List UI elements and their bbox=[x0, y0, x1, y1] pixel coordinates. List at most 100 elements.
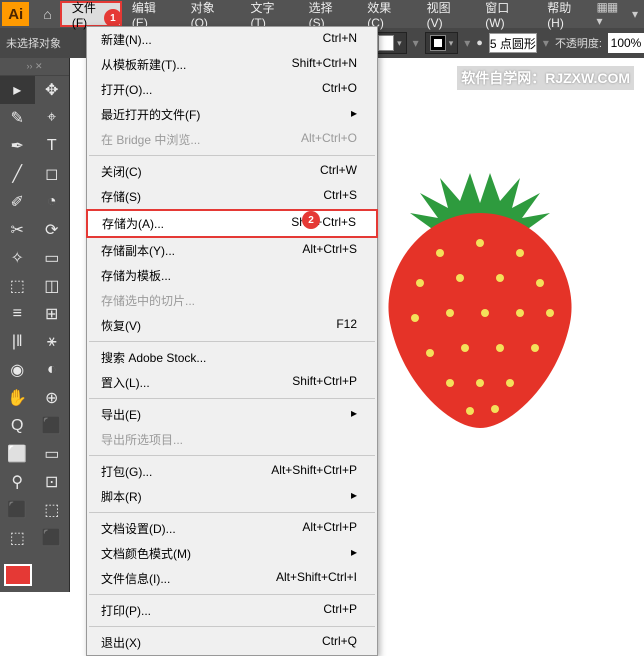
menu-item-恢复V[interactable]: 恢复(V)F12 bbox=[87, 313, 377, 338]
menu-对象O[interactable]: 对象(O) bbox=[181, 1, 241, 27]
tool-19[interactable]: ⚹ bbox=[35, 328, 70, 356]
menu-item-存储S[interactable]: 存储(S)Ctrl+S bbox=[87, 184, 377, 209]
menu-item-打包G[interactable]: 打包(G)...Alt+Shift+Ctrl+P bbox=[87, 459, 377, 484]
menu-separator bbox=[89, 512, 375, 513]
menu-item-label: 文档设置(D)... bbox=[101, 520, 176, 537]
menu-item-存储选中的切片: 存储选中的切片... bbox=[87, 288, 377, 313]
fill-swatch[interactable]: ▾ bbox=[373, 32, 407, 54]
menu-item-label: 文档颜色模式(M) bbox=[101, 545, 191, 562]
menu-separator bbox=[89, 626, 375, 627]
menu-item-label: 存储副本(Y)... bbox=[101, 242, 175, 259]
menu-item-打印P[interactable]: 打印(P)...Ctrl+P bbox=[87, 598, 377, 623]
watermark: 软件自学网：RJZXW.COM bbox=[457, 66, 634, 90]
tool-25[interactable]: ⬛ bbox=[35, 412, 70, 440]
menu-item-label: 导出所选项目... bbox=[101, 431, 183, 448]
menu-item-新建N[interactable]: 新建(N)...Ctrl+N bbox=[87, 27, 377, 52]
tool-24[interactable]: Q bbox=[0, 412, 35, 440]
menu-帮助H[interactable]: 帮助(H) bbox=[537, 1, 596, 27]
tool-27[interactable]: ▭ bbox=[35, 440, 70, 468]
menu-选择S[interactable]: 选择(S) bbox=[299, 1, 358, 27]
menu-item-退出X[interactable]: 退出(X)Ctrl+Q bbox=[87, 630, 377, 655]
menu-效果C[interactable]: 效果(C) bbox=[357, 1, 416, 27]
tool-4[interactable]: ✒ bbox=[0, 132, 35, 160]
tool-11[interactable]: ⟳ bbox=[35, 216, 70, 244]
menu-文字T[interactable]: 文字(T) bbox=[241, 1, 299, 27]
tool-28[interactable]: ⚲ bbox=[0, 468, 35, 496]
file-menu-dropdown: 新建(N)...Ctrl+N从模板新建(T)...Shift+Ctrl+N打开(… bbox=[86, 26, 378, 656]
menu-item-shortcut: ▸ bbox=[351, 106, 357, 123]
menu-item-导出E[interactable]: 导出(E) ▸ bbox=[87, 402, 377, 427]
opacity-value[interactable]: 100% bbox=[608, 33, 644, 53]
tool-16[interactable]: ≡ bbox=[0, 300, 35, 328]
menu-item-label: 恢复(V) bbox=[101, 317, 141, 334]
tool-22[interactable]: ✋ bbox=[0, 384, 35, 412]
menu-item-label: 关闭(C) bbox=[101, 163, 142, 180]
tool-29[interactable]: ⊡ bbox=[35, 468, 70, 496]
menu-item-shortcut: Ctrl+O bbox=[322, 81, 357, 98]
tool-panel-handle[interactable]: ›› ✕ bbox=[0, 58, 69, 76]
tool-32[interactable]: ⬚ bbox=[0, 524, 35, 552]
tool-26[interactable]: ⬜ bbox=[0, 440, 35, 468]
tool-13[interactable]: ▭ bbox=[35, 244, 70, 272]
tool-15[interactable]: ◫ bbox=[35, 272, 70, 300]
tool-8[interactable]: ✐ bbox=[0, 188, 35, 216]
no-selection-label: 未选择对象 bbox=[6, 35, 61, 51]
menu-item-存储为模板[interactable]: 存储为模板... bbox=[87, 263, 377, 288]
menu-item-shortcut: ▸ bbox=[351, 406, 357, 423]
menu-item-shortcut: Ctrl+W bbox=[320, 163, 357, 180]
tool-21[interactable]: ◐ bbox=[35, 356, 70, 384]
menu-item-打开O[interactable]: 打开(O)...Ctrl+O bbox=[87, 77, 377, 102]
menu-item-label: 导出(E) bbox=[101, 406, 141, 423]
menu-separator bbox=[89, 398, 375, 399]
menu-item-shortcut: Alt+Ctrl+S bbox=[302, 242, 357, 259]
tool-panel: ›› ✕ ▸✥✎⌖✒T╱◻✐◔✂⟳✧▭⬚◫≡⊞|‖⚹◉◐✋⊕Q⬛⬜▭⚲⊡⬛⬚⬚⬛ bbox=[0, 58, 70, 592]
tool-17[interactable]: ⊞ bbox=[35, 300, 70, 328]
menu-item-置入L[interactable]: 置入(L)...Shift+Ctrl+P bbox=[87, 370, 377, 395]
menu-item-最近打开的文件F[interactable]: 最近打开的文件(F)▸ bbox=[87, 102, 377, 127]
tool-12[interactable]: ✧ bbox=[0, 244, 35, 272]
workspace-grid-icon[interactable]: ▦▦ ▾ bbox=[597, 0, 624, 28]
menu-窗口W[interactable]: 窗口(W) bbox=[475, 1, 537, 27]
home-icon[interactable]: ⌂ bbox=[43, 6, 51, 22]
tool-3[interactable]: ⌖ bbox=[35, 104, 70, 132]
tool-33[interactable]: ⬛ bbox=[35, 524, 70, 552]
menu-item-文档设置D[interactable]: 文档设置(D)... Alt+Ctrl+P bbox=[87, 516, 377, 541]
menu-item-shortcut: Alt+Ctrl+O bbox=[301, 131, 357, 148]
menu-item-搜索AdobeStock[interactable]: 搜索 Adobe Stock... bbox=[87, 345, 377, 370]
menu-item-从模板新建T[interactable]: 从模板新建(T)...Shift+Ctrl+N bbox=[87, 52, 377, 77]
tool-9[interactable]: ◔ bbox=[35, 188, 70, 216]
menu-文件F[interactable]: 文件(F)1 bbox=[60, 1, 122, 27]
tool-2[interactable]: ✎ bbox=[0, 104, 35, 132]
stroke-style[interactable]: 5 点圆形 bbox=[489, 33, 537, 53]
menu-item-label: 置入(L)... bbox=[101, 374, 150, 391]
tool-10[interactable]: ✂ bbox=[0, 216, 35, 244]
fill-color-well[interactable] bbox=[4, 564, 32, 586]
menu-item-文件信息I[interactable]: 文件信息(I)...Alt+Shift+Ctrl+I bbox=[87, 566, 377, 591]
menu-item-label: 存储为模板... bbox=[101, 267, 171, 284]
tool-31[interactable]: ⬚ bbox=[35, 496, 70, 524]
menu-separator bbox=[89, 341, 375, 342]
menu-item-存储为A[interactable]: 存储为(A)...Shift+Ctrl+S2 bbox=[86, 209, 378, 238]
menu-编辑E[interactable]: 编辑(E) bbox=[122, 1, 181, 27]
tool-23[interactable]: ⊕ bbox=[35, 384, 70, 412]
opacity-label: 不透明度: bbox=[555, 35, 602, 51]
arrange-docs[interactable]: ▾ bbox=[632, 7, 638, 21]
tool-0[interactable]: ▸ bbox=[0, 76, 35, 104]
menu-item-关闭C[interactable]: 关闭(C) Ctrl+W bbox=[87, 159, 377, 184]
tool-7[interactable]: ◻ bbox=[35, 160, 70, 188]
tool-14[interactable]: ⬚ bbox=[0, 272, 35, 300]
menu-item-文档颜色模式M[interactable]: 文档颜色模式(M)▸ bbox=[87, 541, 377, 566]
tool-20[interactable]: ◉ bbox=[0, 356, 35, 384]
tool-1[interactable]: ✥ bbox=[35, 76, 70, 104]
tool-5[interactable]: T bbox=[35, 132, 70, 160]
stroke-swatch[interactable]: ▾ bbox=[425, 32, 459, 54]
menu-item-shortcut: Alt+Ctrl+P bbox=[302, 520, 357, 537]
menu-视图V[interactable]: 视图(V) bbox=[417, 1, 476, 27]
menu-item-脚本R[interactable]: 脚本(R)▸ bbox=[87, 484, 377, 509]
tool-30[interactable]: ⬛ bbox=[0, 496, 35, 524]
menu-item-shortcut: Alt+Shift+Ctrl+P bbox=[271, 463, 357, 480]
tool-6[interactable]: ╱ bbox=[0, 160, 35, 188]
tool-18[interactable]: |‖ bbox=[0, 328, 35, 356]
menu-item-label: 脚本(R) bbox=[101, 488, 142, 505]
menu-item-存储副本Y[interactable]: 存储副本(Y)... Alt+Ctrl+S bbox=[87, 238, 377, 263]
